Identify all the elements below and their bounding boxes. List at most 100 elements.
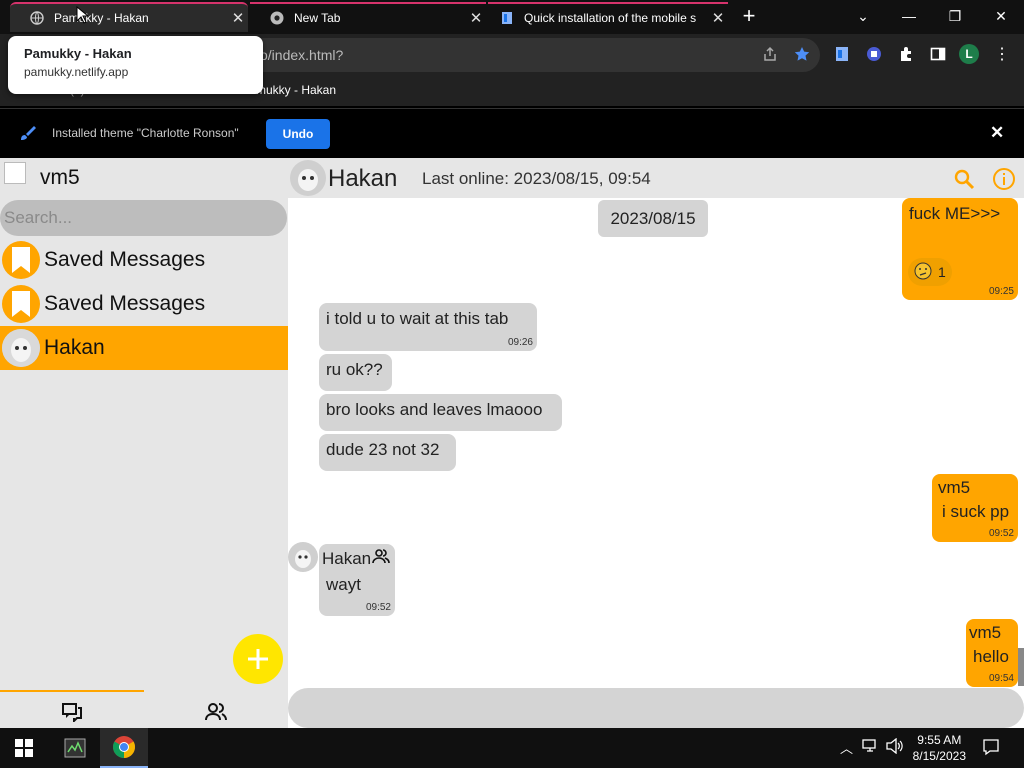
message-bubble-incoming[interactable]: i told u to wait at this tab 09:26 bbox=[319, 303, 537, 351]
mouse-cursor-icon bbox=[76, 5, 90, 29]
message-text: dude 23 not 32 bbox=[326, 440, 440, 459]
tray-overflow-icon[interactable]: ︿ bbox=[840, 738, 853, 757]
browser-tab-pamukky[interactable]: Pamukky - Hakan ✕ bbox=[10, 2, 248, 32]
message-sender: vm5 bbox=[969, 623, 1002, 642]
info-icon[interactable] bbox=[992, 167, 1016, 191]
message-text: ru ok?? bbox=[326, 360, 383, 379]
chat-item-hakan[interactable]: Hakan bbox=[0, 326, 288, 370]
minimize-button[interactable]: — bbox=[894, 4, 924, 28]
clock[interactable]: 9:55 AM 8/15/2023 bbox=[913, 732, 966, 764]
chat-item-label: Saved Messages bbox=[44, 248, 206, 271]
date-separator: 2023/08/15 bbox=[598, 200, 708, 237]
chat-avatar[interactable] bbox=[290, 160, 326, 196]
chat-item-label: Saved Messages bbox=[44, 292, 206, 315]
chat-scrollbar[interactable] bbox=[1018, 648, 1024, 686]
address-bar[interactable]: o/index.html? bbox=[200, 38, 820, 72]
restore-button[interactable]: ❐ bbox=[940, 4, 970, 28]
clock-date: 8/15/2023 bbox=[912, 749, 966, 763]
extension-shield-icon[interactable] bbox=[864, 44, 884, 64]
contacts-tab-icon[interactable] bbox=[204, 700, 228, 724]
profile-letter: L bbox=[959, 44, 979, 64]
share-icon[interactable] bbox=[760, 44, 780, 64]
close-tab-icon[interactable]: ✕ bbox=[708, 9, 728, 27]
clock-time: 9:55 AM bbox=[917, 733, 962, 747]
windows-taskbar: ︿ 9:55 AM 8/15/2023 bbox=[0, 728, 1024, 768]
message-input[interactable] bbox=[288, 688, 1024, 728]
message-time: 09:54 bbox=[988, 673, 1014, 684]
message-bubble-incoming[interactable]: ru ok?? bbox=[319, 354, 392, 391]
pamukky-app: vm5 Search... Saved Messages Saved Messa… bbox=[0, 158, 1024, 728]
search-placeholder: Search... bbox=[4, 208, 73, 227]
chrome-icon bbox=[270, 11, 284, 25]
theme-infobar: Installed theme "Charlotte Ronson" Undo … bbox=[0, 108, 1024, 158]
user-avatar-broken-image[interactable] bbox=[4, 162, 26, 184]
notifications-icon[interactable] bbox=[982, 738, 1000, 761]
tab-search-icon[interactable]: ⌄ bbox=[848, 4, 878, 28]
message-bubble-incoming[interactable]: dude 23 not 32 bbox=[319, 434, 456, 471]
message-text: bro looks and leaves lmaooo bbox=[326, 400, 543, 419]
sidebar: vm5 Search... Saved Messages Saved Messa… bbox=[0, 158, 288, 728]
message-bubble-outgoing[interactable]: vm5 hello 09:54 bbox=[966, 619, 1018, 687]
message-text: fuck ME>>> bbox=[909, 204, 1001, 223]
bookmark-item-pamukky[interactable]: mukky - Hakan bbox=[256, 83, 336, 97]
close-window-button[interactable]: ✕ bbox=[986, 4, 1016, 28]
browser-menu-icon[interactable]: ⋮ bbox=[992, 44, 1012, 64]
search-input[interactable]: Search... bbox=[0, 200, 287, 236]
reaction-count: 1 bbox=[938, 264, 946, 280]
message-reaction[interactable]: 1 bbox=[908, 258, 952, 286]
bookmark-icon bbox=[2, 285, 40, 323]
message-bubble-incoming[interactable]: bro looks and leaves lmaooo bbox=[319, 394, 562, 431]
extensions-puzzle-icon[interactable] bbox=[896, 44, 916, 64]
browser-tab-new[interactable]: New Tab ✕ bbox=[250, 2, 486, 32]
tab-title: Quick installation of the mobile s bbox=[524, 11, 697, 25]
message-sender: Hakan bbox=[322, 548, 372, 568]
infobar-message: Installed theme "Charlotte Ronson" bbox=[52, 126, 239, 140]
message-time: 09:52 bbox=[988, 528, 1014, 539]
message-text: hello bbox=[973, 647, 1009, 666]
close-tab-icon[interactable]: ✕ bbox=[228, 9, 248, 27]
task-manager-icon[interactable] bbox=[51, 728, 99, 768]
bookmark-icon bbox=[2, 241, 40, 279]
volume-icon[interactable] bbox=[886, 737, 904, 759]
chat-header: Hakan Last online: 2023/08/15, 09:54 bbox=[288, 158, 1024, 198]
browser-tab-strip: Pamukky - Hakan ✕ New Tab ✕ Quick instal… bbox=[0, 0, 1024, 34]
bookmark-star-icon[interactable] bbox=[792, 44, 812, 64]
hover-card-title: Pamukky - Hakan bbox=[24, 46, 132, 61]
screen: Pamukky - Hakan ✕ New Tab ✕ Quick instal… bbox=[0, 0, 1024, 768]
current-username: vm5 bbox=[40, 166, 80, 189]
close-infobar-icon[interactable]: ✕ bbox=[990, 123, 1004, 143]
tab-title: New Tab bbox=[294, 11, 341, 25]
last-online-status: Last online: 2023/08/15, 09:54 bbox=[422, 169, 651, 188]
new-tab-button[interactable]: + bbox=[737, 4, 761, 28]
extension-docs-icon[interactable] bbox=[832, 44, 852, 64]
profile-avatar[interactable]: L bbox=[959, 44, 979, 64]
message-text: wayt bbox=[326, 575, 361, 594]
chat-item-saved-messages[interactable]: Saved Messages bbox=[0, 238, 288, 282]
chat-item-saved-messages-2[interactable]: Saved Messages bbox=[0, 282, 288, 326]
search-icon[interactable] bbox=[952, 167, 976, 191]
chat-panel: Hakan Last online: 2023/08/15, 09:54 202… bbox=[288, 158, 1024, 728]
message-sender: vm5 bbox=[938, 478, 971, 497]
close-tab-icon[interactable]: ✕ bbox=[466, 9, 486, 27]
document-icon bbox=[500, 11, 514, 25]
message-bubble-incoming[interactable]: Hakan wayt 09:52 bbox=[319, 544, 395, 616]
windows-start-icon[interactable] bbox=[0, 728, 48, 768]
side-panel-icon[interactable] bbox=[928, 44, 948, 64]
chat-item-label: Hakan bbox=[44, 336, 105, 359]
hover-card-url: pamukky.netlify.app bbox=[24, 65, 129, 79]
address-text: o/index.html? bbox=[260, 47, 344, 63]
undo-button[interactable]: Undo bbox=[266, 119, 330, 149]
chat-title: Hakan bbox=[328, 165, 398, 192]
network-icon[interactable] bbox=[862, 738, 880, 759]
message-bubble-outgoing[interactable]: vm5 i suck pp 09:52 bbox=[932, 474, 1018, 542]
browser-tab-installation[interactable]: Quick installation of the mobile s ✕ bbox=[488, 2, 728, 32]
paintbrush-icon bbox=[18, 124, 36, 145]
chats-tab-icon[interactable] bbox=[60, 700, 84, 724]
message-bubble-outgoing[interactable]: fuck ME>>> 1 09:25 bbox=[902, 198, 1018, 300]
new-chat-button[interactable] bbox=[233, 634, 283, 684]
chrome-taskbar-icon[interactable] bbox=[100, 728, 148, 768]
confused-emoji-icon bbox=[914, 262, 932, 283]
message-time: 09:52 bbox=[365, 602, 391, 613]
sender-avatar[interactable] bbox=[288, 542, 318, 572]
group-icon bbox=[372, 548, 390, 569]
